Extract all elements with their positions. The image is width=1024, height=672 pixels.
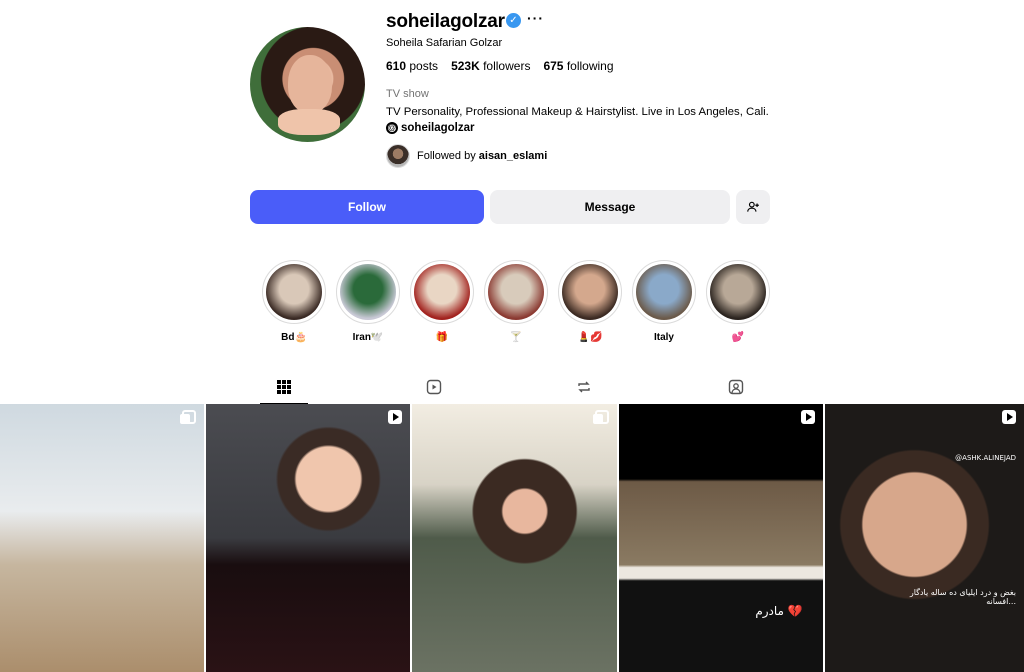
posts-stat: 610 posts xyxy=(386,59,439,73)
highlight-label: Bd🎂 xyxy=(281,332,307,343)
highlight-ring xyxy=(262,260,326,324)
highlight-item[interactable]: 💄💋 xyxy=(558,260,622,346)
highlight-cover xyxy=(636,264,692,320)
posts-grid: مادرم 💔 @ASHK.ALINEJAD بغض و درد ایلیای … xyxy=(0,404,1024,672)
tab-posts[interactable] xyxy=(260,370,308,404)
highlight-label: Iran🕊️ xyxy=(352,332,384,343)
tagged-icon xyxy=(728,379,744,395)
highlight-item[interactable]: 💕 xyxy=(706,260,770,346)
reel-icon xyxy=(1002,410,1016,424)
tab-tagged[interactable] xyxy=(712,370,760,404)
highlight-cover xyxy=(340,264,396,320)
following-stat[interactable]: 675 following xyxy=(543,59,613,73)
followed-by-text: Followed by aisan_eslami xyxy=(417,150,548,162)
highlight-item[interactable]: 🎁 xyxy=(410,260,474,346)
highlight-label: 💄💋 xyxy=(577,332,603,343)
profile-tabs xyxy=(250,370,770,404)
post-tile[interactable] xyxy=(206,404,411,672)
highlight-cover xyxy=(710,264,766,320)
avatar-face xyxy=(288,55,332,113)
carousel-icon xyxy=(180,410,197,424)
highlight-ring xyxy=(706,260,770,324)
highlight-item[interactable]: Iran🕊️ xyxy=(336,260,400,346)
grid-icon xyxy=(277,379,291,394)
profile-bio: TV Personality, Professional Makeup & Ha… xyxy=(386,106,769,118)
avatar-hand xyxy=(278,109,340,135)
post-watermark: @ASHK.ALINEJAD xyxy=(955,454,1016,462)
highlight-item[interactable]: Italy xyxy=(632,260,696,346)
follower-avatar xyxy=(386,144,410,168)
profile-username: soheilagolzar xyxy=(386,11,505,32)
highlight-cover xyxy=(414,264,470,320)
profile-avatar[interactable] xyxy=(250,27,365,142)
verified-badge-icon: ✓ xyxy=(506,13,521,28)
highlight-ring xyxy=(632,260,696,324)
reel-icon xyxy=(388,410,403,424)
highlight-item[interactable]: Bd🎂 xyxy=(262,260,326,346)
carousel-icon xyxy=(592,410,609,424)
post-tile[interactable]: مادرم 💔 xyxy=(618,404,823,672)
threads-icon: @ xyxy=(386,122,398,134)
highlight-cover xyxy=(266,264,322,320)
repost-icon xyxy=(578,381,590,393)
highlight-cover xyxy=(488,264,544,320)
add-user-icon xyxy=(747,201,759,212)
profile-full-name: Soheila Safarian Golzar xyxy=(386,37,503,49)
highlight-ring xyxy=(410,260,474,324)
follow-button[interactable]: Follow xyxy=(250,190,484,224)
highlight-cover xyxy=(562,264,618,320)
post-tile[interactable] xyxy=(412,404,617,672)
post-tile[interactable] xyxy=(0,404,205,672)
followed-by[interactable]: Followed by aisan_eslami xyxy=(386,144,547,168)
tab-reposts[interactable] xyxy=(560,370,608,404)
followers-stat[interactable]: 523K followers xyxy=(451,59,530,73)
tab-reels[interactable] xyxy=(410,370,458,404)
threads-link[interactable]: @ soheilagolzar xyxy=(386,122,475,134)
highlight-ring xyxy=(484,260,548,324)
profile-category: TV show xyxy=(386,88,429,100)
message-button[interactable]: Message xyxy=(490,190,730,224)
profile-stats: 610 posts 523K followers 675 following xyxy=(386,59,614,73)
add-user-button[interactable] xyxy=(736,190,770,224)
highlight-label: 🍸 xyxy=(509,332,523,343)
highlight-label: Italy xyxy=(653,332,674,343)
reel-icon xyxy=(800,410,815,424)
threads-handle: soheilagolzar xyxy=(401,122,475,134)
post-overlay-text: بغض و درد ایلیای ده ساله یادگار افسانه..… xyxy=(909,588,1016,606)
highlight-label: 💕 xyxy=(731,332,745,343)
highlight-ring xyxy=(336,260,400,324)
post-overlay-text: مادرم 💔 xyxy=(755,604,803,618)
highlight-ring xyxy=(558,260,622,324)
more-options-button[interactable]: ··· xyxy=(527,10,544,26)
post-tile[interactable]: @ASHK.ALINEJAD بغض و درد ایلیای ده ساله … xyxy=(824,404,1024,672)
highlight-label: 🎁 xyxy=(435,332,449,343)
reels-icon xyxy=(426,379,442,395)
highlight-item[interactable]: 🍸 xyxy=(484,260,548,346)
story-highlights: Bd🎂 Iran🕊️ 🎁 🍸 💄💋 Italy 💕 xyxy=(262,260,770,346)
